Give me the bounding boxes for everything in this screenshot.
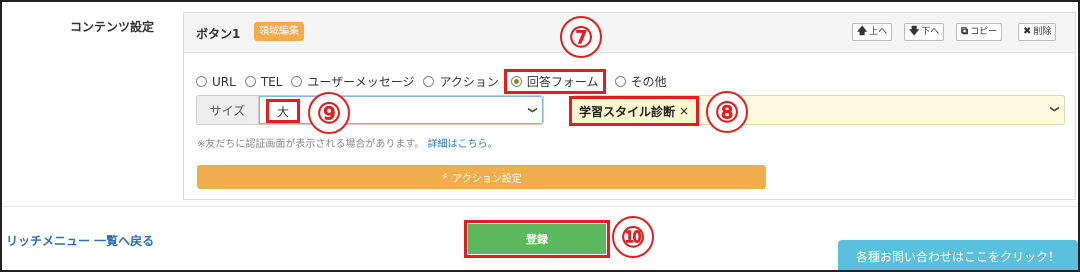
move-up-button[interactable]: 🡅 上へ [852, 23, 893, 41]
action-type-radio-group: URL TEL ユーザーメッセージ アクション 回答フォーム その他 [196, 69, 676, 94]
action-settings-button[interactable]: ⚡ アクション設定 [197, 165, 766, 189]
answer-form-select[interactable]: 学習スタイル診断 × ❯ [569, 95, 1065, 126]
size-select-group: サイズ 大 ❯ [196, 95, 544, 125]
button-title: ボタン1 [196, 27, 241, 41]
radio-button[interactable] [291, 76, 303, 87]
details-link[interactable]: 詳細はこちら。 [428, 139, 498, 150]
close-icon: ✖ [1023, 26, 1032, 37]
copy-button[interactable]: ⧉ コピー [956, 23, 1003, 41]
selected-form-tag: 学習スタイル診断 × [569, 96, 700, 126]
radio-user-message[interactable]: ユーザーメッセージ [291, 73, 414, 90]
radio-label: URL [212, 74, 236, 89]
delete-label: 削除 [1033, 27, 1052, 37]
radio-button[interactable] [423, 76, 435, 87]
register-highlight: 登録 [464, 220, 610, 258]
radio-button[interactable] [196, 76, 207, 87]
area-edit-button[interactable]: 領域編集 [254, 22, 304, 41]
radio-tel[interactable]: TEL [244, 74, 283, 89]
radio-label: アクション [439, 75, 499, 89]
size-addon-label: サイズ [197, 96, 259, 124]
chevron-down-icon: ❯ [527, 106, 538, 114]
register-button[interactable]: 登録 [468, 224, 606, 254]
radio-action[interactable]: アクション [423, 73, 499, 90]
radio-label: 回答フォーム [526, 75, 599, 89]
move-down-label: 下へ [921, 27, 940, 37]
divider [2, 206, 1078, 207]
copy-label: コピー [970, 27, 998, 37]
section-label: コンテンツ設定 [70, 20, 155, 34]
bolt-icon: ⚡ [441, 171, 449, 183]
radio-label: ユーザーメッセージ [307, 75, 415, 89]
action-settings-label: アクション設定 [452, 173, 522, 185]
arrow-up-icon: 🡅 [857, 26, 868, 37]
radio-answer-form[interactable]: 回答フォーム [503, 69, 606, 94]
radio-url[interactable]: URL [196, 75, 236, 89]
back-to-richmenu-list-link[interactable]: リッチメニュー 一覧へ戻る [6, 232, 154, 249]
button-panel-header: ボタン1 領域編集 🡅 上へ 🡇 下へ ⧉ コピー ✖ 削除 [184, 13, 1075, 53]
arrow-down-icon: 🡇 [909, 26, 920, 37]
radio-button-checked[interactable] [510, 76, 522, 87]
selected-form-label: 学習スタイル診断 [579, 104, 676, 119]
auth-note: ※友だちに認証画面が表示される場合があります。 詳細はこちら。 [197, 135, 498, 150]
step-marker-8: ⑧ [706, 91, 748, 133]
radio-button[interactable] [614, 76, 626, 87]
step-marker-9: ⑨ [308, 92, 350, 134]
move-down-button[interactable]: 🡇 下へ [904, 23, 945, 41]
size-select[interactable]: 大 ❯ [259, 96, 543, 124]
copy-icon: ⧉ [961, 26, 969, 37]
radio-label: TEL [260, 74, 283, 89]
step-marker-7: ⑦ [560, 16, 602, 58]
radio-label: その他 [630, 75, 667, 89]
chevron-down-icon: ❯ [1049, 105, 1060, 113]
radio-other[interactable]: その他 [614, 73, 667, 90]
delete-button[interactable]: ✖ 削除 [1018, 23, 1057, 41]
step-marker-10: ⑩ [612, 216, 654, 258]
auth-note-text: ※友だちに認証画面が表示される場合があります。 [197, 139, 425, 150]
radio-button[interactable] [244, 76, 256, 87]
size-value: 大 [266, 99, 300, 123]
contact-button[interactable]: 各種お問い合わせはここをクリック！ [838, 240, 1078, 272]
move-up-label: 上へ [869, 27, 888, 37]
remove-tag-icon[interactable]: × [679, 104, 689, 118]
